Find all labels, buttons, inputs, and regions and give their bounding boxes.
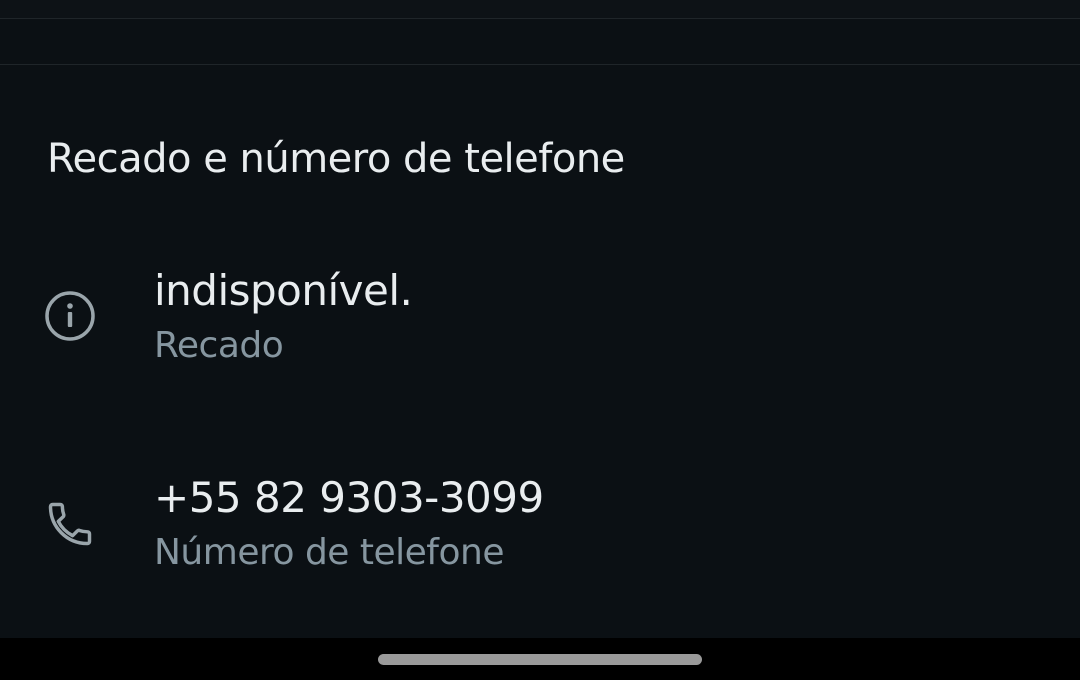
system-navigation-bar [0, 638, 1080, 680]
contact-info-screen: Recado e número de telefone indisponível… [0, 0, 1080, 680]
about-label: Recado [154, 325, 284, 366]
section-divider-band [0, 19, 1080, 65]
top-bar [0, 0, 1080, 19]
phone-number: +55 82 9303-3099 [154, 473, 544, 522]
about-text: indisponível. [154, 266, 413, 315]
phone-row[interactable]: +55 82 9303-3099 Número de telefone [0, 462, 1080, 592]
info-icon [44, 290, 96, 342]
home-gesture-handle[interactable] [378, 654, 702, 665]
phone-icon [44, 498, 96, 550]
section-title: Recado e número de telefone [47, 136, 625, 182]
about-row[interactable]: indisponível. Recado [0, 255, 1080, 385]
phone-label: Número de telefone [154, 532, 504, 573]
